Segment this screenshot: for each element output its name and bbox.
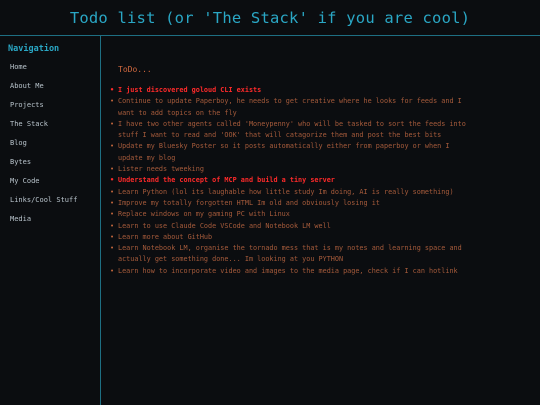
nav-link-blog[interactable]: Blog xyxy=(10,139,77,158)
todo-item-text: Understand the concept of MCP and build … xyxy=(118,176,335,185)
page-header: Todo list (or 'The Stack' if you are coo… xyxy=(0,0,540,36)
nav-link-about-me[interactable]: About Me xyxy=(10,82,77,101)
todo-item-text: Learn how to incorporate video and image… xyxy=(118,266,458,275)
bullet-icon: • xyxy=(110,119,115,128)
nav-link-the-stack[interactable]: The Stack xyxy=(10,120,77,139)
todo-item: • Learn more about GitHub xyxy=(110,232,470,243)
todo-item-text: Replace windows on my gaming PC with Lin… xyxy=(118,210,290,219)
nav-link-bytes[interactable]: Bytes xyxy=(10,158,77,177)
bullet-icon: • xyxy=(110,187,115,196)
nav-link-links-cool-stuff[interactable]: Links/Cool Stuff xyxy=(10,196,77,215)
todo-item: • Learn how to incorporate video and imag… xyxy=(110,266,470,277)
nav-title: Navigation xyxy=(8,44,60,54)
todo-item: • Lister needs tweeking xyxy=(110,164,470,175)
todo-item-text: Learn Python (lol its laughable how litt… xyxy=(118,187,454,196)
todo-list: • I just discovered goloud CLI exists • Con… xyxy=(110,85,470,277)
todo-item: • Learn Python (lol its laughable how lit… xyxy=(110,187,470,198)
bullet-icon: • xyxy=(110,176,115,185)
todo-item: • Learn to use Claude Code VSCode and Not… xyxy=(110,221,470,232)
todo-item-text: Learn to use Claude Code VSCode and Note… xyxy=(118,221,331,230)
bullet-icon: • xyxy=(110,266,115,275)
todo-item-text: Learn more about GitHub xyxy=(118,232,213,241)
bullet-icon: • xyxy=(110,244,115,253)
todo-item: • Replace windows on my gaming PC with Li… xyxy=(110,209,470,220)
todo-item-text: Lister needs tweeking xyxy=(118,165,204,174)
todo-heading: ToDo... xyxy=(118,65,152,74)
bullet-icon: • xyxy=(110,97,115,106)
todo-item: • Learn Notebook LM, organise the tornado… xyxy=(110,243,470,266)
nav-link-my-code[interactable]: My Code xyxy=(10,177,77,196)
bullet-icon: • xyxy=(110,165,115,174)
nav-link-home[interactable]: Home xyxy=(10,63,77,82)
todo-item: • Improve my totally forgotten HTML Im ol… xyxy=(110,198,470,209)
todo-item: • I just discovered goloud CLI exists xyxy=(110,85,470,96)
bullet-icon: • xyxy=(110,198,115,207)
todo-item: • Continue to update Paperboy, he needs t… xyxy=(110,96,470,119)
nav-link-projects[interactable]: Projects xyxy=(10,101,77,120)
bullet-icon: • xyxy=(110,221,115,230)
bullet-icon: • xyxy=(110,210,115,219)
todo-item-text: Improve my totally forgotten HTML Im old… xyxy=(118,198,380,207)
todo-item-text: I have two other agents called 'Moneypen… xyxy=(118,119,466,140)
todo-item-text: I just discovered goloud CLI exists xyxy=(118,86,262,94)
todo-item-text: Learn Notebook LM, organise the tornado … xyxy=(118,244,462,264)
todo-item: • I have two other agents called 'Moneype… xyxy=(110,119,470,142)
nav-link-media[interactable]: Media xyxy=(10,215,77,234)
todo-item-text: Continue to update Paperboy, he needs to… xyxy=(118,97,462,117)
page-title: Todo list (or 'The Stack' if you are coo… xyxy=(69,8,471,27)
bullet-icon: • xyxy=(110,232,115,241)
todo-item: • Understand the concept of MCP and build… xyxy=(110,175,470,186)
nav-list: Home About Me Projects The Stack Blog By… xyxy=(10,63,77,234)
main-content: ToDo... • I just discovered goloud CLI ex… xyxy=(101,36,540,405)
todo-item-text: Update my Bluesky Poster so it posts aut… xyxy=(118,142,450,162)
bullet-icon: • xyxy=(110,142,115,151)
bullet-icon: • xyxy=(110,86,115,94)
sidebar: Navigation Home About Me Projects The St… xyxy=(0,36,101,405)
todo-item: • Update my Bluesky Poster so it posts au… xyxy=(110,141,470,164)
